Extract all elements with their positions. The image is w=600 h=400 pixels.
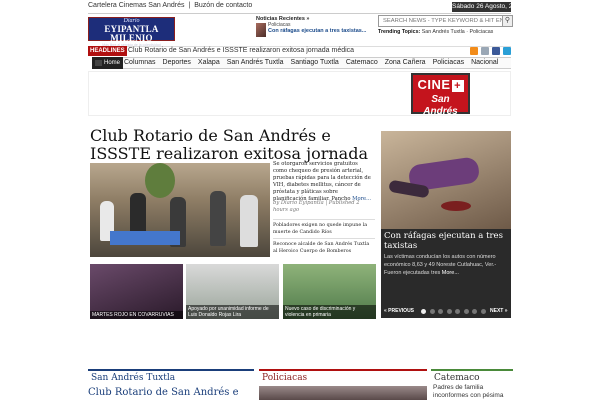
side-link-2[interactable]: Reconoce alcalde de San Andrés Tuxtla al… bbox=[273, 238, 375, 255]
main-article-excerpt: Se otorgaron servicios gratuitos como ch… bbox=[273, 161, 372, 202]
main-article-image[interactable] bbox=[90, 163, 270, 257]
nav-home-label: Home bbox=[104, 60, 121, 66]
home-icon bbox=[95, 60, 102, 66]
headlines-tag: HEADLINES bbox=[88, 46, 127, 56]
topbar-separator: | bbox=[188, 2, 191, 9]
slider-text: Las víctimas conducían los autos con núm… bbox=[384, 254, 497, 276]
recent-news-thumbnail[interactable] bbox=[256, 23, 266, 37]
nav-item-santiago-tuxtla[interactable]: Santiago Tuxtla bbox=[291, 57, 339, 69]
headline-ticker-text[interactable]: Club Rotario de San Andrés e ISSSTE real… bbox=[128, 46, 354, 56]
plus-icon: + bbox=[451, 80, 464, 92]
slider-dot[interactable] bbox=[463, 309, 469, 314]
cine-ad-subtitle: San Andrés bbox=[423, 94, 458, 117]
section-catemaco-headline[interactable]: Padres de familia inconformes con pésima bbox=[433, 384, 513, 400]
section-policiacas-image[interactable] bbox=[259, 386, 427, 400]
slider-dot[interactable] bbox=[455, 309, 460, 314]
nav-item-xalapa[interactable]: Xalapa bbox=[198, 57, 220, 69]
slider-dot[interactable] bbox=[480, 309, 486, 314]
nav-item-nacional[interactable]: Nacional bbox=[471, 57, 498, 69]
cine-ad-banner[interactable]: CINE + San Andrés bbox=[411, 73, 470, 117]
facebook-icon[interactable] bbox=[492, 47, 500, 55]
section-policiacas[interactable]: Policiacas bbox=[259, 369, 427, 383]
search-icon: ⚲ bbox=[504, 17, 511, 24]
slider-dot[interactable] bbox=[429, 309, 435, 314]
section-san-andres-tuxtla[interactable]: San Andrés Tuxtla bbox=[88, 369, 254, 383]
main-article-byline: by Diario Eyipantla | Published 2 hours … bbox=[273, 200, 360, 213]
date-badge: Sábado 26 Agosto, 2017 bbox=[452, 2, 524, 12]
slider-next-button[interactable]: NEXT » bbox=[490, 306, 508, 316]
thumb-3[interactable]: Nuevo caso de discriminación y violencia… bbox=[283, 264, 376, 319]
trending-topics: Trending Topics: San Andrés Tuxtla · Pol… bbox=[378, 29, 493, 35]
link-buzon[interactable]: Buzón de contacto bbox=[194, 2, 252, 9]
slider-dot[interactable] bbox=[446, 309, 452, 314]
section-catemaco[interactable]: Catemaco bbox=[431, 369, 513, 383]
link-cartelera[interactable]: Cartelera Cinemas San Andrés bbox=[88, 2, 185, 9]
trending-label: Trending Topics: bbox=[378, 29, 421, 35]
nav-item-policiacas[interactable]: Policiacas bbox=[433, 57, 465, 69]
nav-item-catemaco[interactable]: Catemaco bbox=[346, 57, 378, 69]
slider-dot[interactable] bbox=[438, 309, 443, 314]
nav-item-san-andres-tuxtla[interactable]: San Andrés Tuxtla bbox=[227, 57, 284, 69]
thumb-2[interactable]: Apoyado por unanimidad informe de Luis D… bbox=[186, 264, 279, 319]
slider-image[interactable] bbox=[381, 131, 511, 229]
thumb-1-caption: MARTES ROJO EN COVARRUVIAS bbox=[90, 311, 183, 319]
site-logo[interactable]: Diario EYIPANTLA MILENIO Más libre al se… bbox=[88, 17, 175, 47]
search-input[interactable] bbox=[378, 15, 504, 27]
nav-home[interactable]: Home bbox=[92, 57, 124, 69]
nav-items: Columnas Deportes Xalapa San Andrés Tuxt… bbox=[124, 57, 505, 69]
recent-news-link[interactable]: Con ráfagas ejecutan a tres taxistas... bbox=[268, 28, 368, 35]
slider-dot[interactable] bbox=[472, 309, 477, 314]
logo-line2: EYIPANTLA MILENIO bbox=[104, 24, 159, 43]
search-button[interactable]: ⚲ bbox=[502, 15, 513, 27]
nav-item-deportes[interactable]: Deportes bbox=[163, 57, 191, 69]
twitter-icon[interactable] bbox=[503, 47, 511, 55]
side-link-1[interactable]: Pobladores exigen no quede impune la mue… bbox=[273, 219, 375, 236]
slider-title[interactable]: Con ráfagas ejecutan a tres taxistas bbox=[384, 231, 508, 251]
thumb-3-caption: Nuevo caso de discriminación y violencia… bbox=[283, 305, 376, 319]
nav-item-columnas[interactable]: Columnas bbox=[124, 57, 156, 69]
rss-icon[interactable] bbox=[470, 47, 478, 55]
top-divider bbox=[88, 13, 511, 14]
cine-ad-title: CINE + bbox=[413, 75, 468, 94]
topbar-links: Cartelera Cinemas San Andrés | Buzón de … bbox=[88, 2, 254, 9]
thumb-2-caption: Apoyado por unanimidad informe de Luis D… bbox=[186, 305, 279, 319]
section-san-andres-headline[interactable]: Club Rotario de San Andrés e bbox=[88, 387, 239, 399]
trending-items[interactable]: San Andrés Tuxtla · Policiacas bbox=[422, 29, 494, 35]
slider-dot[interactable] bbox=[421, 309, 426, 314]
email-icon[interactable] bbox=[481, 47, 489, 55]
slider-more-link[interactable]: More... bbox=[442, 270, 459, 276]
nav-item-zona-canera[interactable]: Zona Cañera bbox=[385, 57, 426, 69]
slider-previous-button[interactable]: « PREVIOUS bbox=[384, 306, 414, 316]
thumb-1[interactable]: MARTES ROJO EN COVARRUVIAS bbox=[90, 264, 183, 319]
